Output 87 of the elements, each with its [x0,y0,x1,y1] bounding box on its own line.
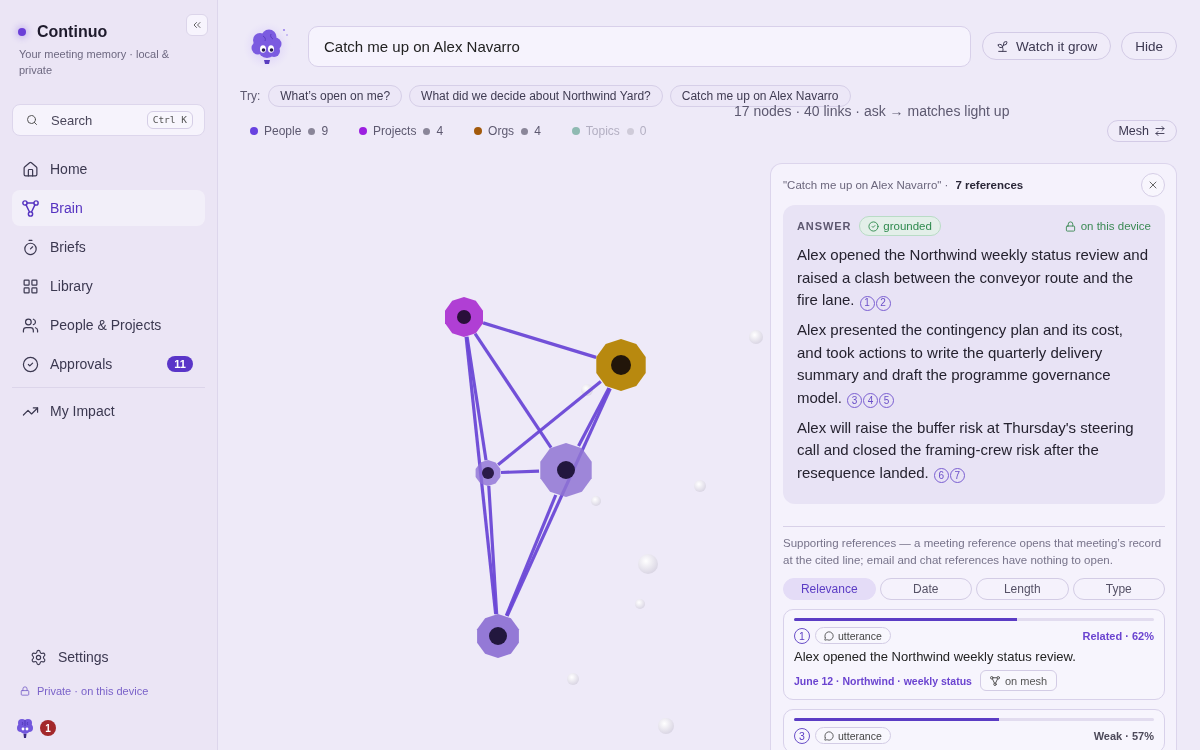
double-chevron-icon [191,19,203,31]
nav-item[interactable]: Approvals 11 [12,346,205,382]
type-tag: utterance [815,627,891,644]
legend-label: People [264,124,302,138]
chat-bubble-icon [824,630,834,641]
query-echo: "Catch me up on Alex Navarro" · [783,179,949,191]
graph-node [445,297,483,337]
answer-heading: ANSWER [797,220,852,232]
brain-mascot-icon[interactable] [17,718,33,738]
close-icon [1147,179,1159,191]
legend-count: 4 [436,124,444,138]
stopwatch-icon [22,238,39,256]
shortcut-key: Ctrl K [146,111,193,129]
suggestion-chip[interactable]: What did we decide about Northwind Yard? [409,85,663,107]
count-badge: 11 [167,356,193,372]
sprout-icon [995,39,1009,53]
graph-node [475,460,501,486]
nav-item[interactable]: Briefs [12,229,205,265]
meeting-link[interactable]: June 12 · Northwind · weekly status [794,674,972,687]
home-icon [22,160,39,178]
privacy-note: Private · on this device [37,684,149,698]
tagline: Your meeting memory · local & private [19,47,170,78]
sort-tab[interactable]: Relevance [783,578,876,600]
graph-node [596,339,646,391]
faded-node [638,554,658,574]
legend-count: 9 [321,124,329,138]
chat-bubble-icon [824,730,834,741]
faded-node [591,496,601,506]
legend-count: 4 [534,124,541,138]
reference-text: Alex opened the Northwind weekly status review. [794,648,1077,666]
people-icon [22,316,39,334]
nav-item[interactable]: Brain [12,190,205,226]
answer-paragraph: Alex opened the Northwind weekly status review and raised a clash between the conveyor route and the fire lane. 1 2 [797,244,1151,312]
nav-item[interactable]: Library [12,268,205,304]
grid-icon [22,277,39,295]
count-dot-icon [423,127,431,135]
notification-badge: 1 [40,720,56,736]
hide-button[interactable]: Hide [1121,32,1177,60]
nav-item[interactable]: My Impact [12,393,205,429]
graph-node [540,443,592,497]
search-icon [26,114,38,126]
reference-card[interactable]: 1 utterance Related · 62% Alex opened the Northwind weekly status review. June 12 · Northwind · weekly status on mesh [783,609,1165,700]
legend-count: 0 [639,124,647,138]
close-button[interactable] [1141,173,1165,197]
references-note: Supporting references — a meeting reference opens that meeting’s record at the cited line; email and chat references have nothing to open. [783,536,1163,568]
check-circle-icon [868,220,880,232]
check-circle-icon [22,355,39,373]
type-tag: utterance [815,727,891,744]
nodes-icon [989,675,1000,686]
nav-item[interactable]: People & Projects [12,307,205,343]
answer-paragraph: Alex will raise the buffer risk at Thursday's steering call and closed the framing-crew risk after the resequence landed. 6 7 [797,417,1135,484]
on-mesh-button[interactable]: on mesh [979,670,1058,691]
settings-icon [30,648,47,666]
ask-field[interactable]: Catch me up on Alex Navarro [308,25,971,67]
swap-arrows-icon [1154,125,1166,137]
nav-item[interactable]: Home [12,151,205,187]
legend-label: Projects [373,124,417,138]
relevance-label: Weak · 57% [1093,729,1154,742]
nodes-icon [22,199,39,217]
try-label: Try: [240,89,261,103]
settings-link[interactable]: Settings [22,643,119,671]
legend-label: Orgs [488,124,515,138]
faded-node [694,480,706,492]
mesh-toggle-button[interactable]: Mesh [1107,120,1177,142]
grounded-badge: grounded [859,216,941,236]
relevance-label: Related · 62% [1082,629,1154,642]
faded-node [567,673,579,685]
brand-dot-icon [18,28,26,36]
reference-count: 7 references [955,179,1024,191]
answer-paragraph: Alex presented the contingency plan and its cost, and took actions to write the quarterly delivery summary and draft the programme governance model. 3 4 5 [797,320,1125,409]
count-dot-icon [521,127,529,135]
lock-icon [1064,220,1076,232]
faded-node [635,599,645,609]
count-dot-icon [626,127,634,135]
reference-card[interactable]: 3 utterance Weak · 57% [783,709,1165,750]
collapse-button[interactable] [186,14,208,36]
on-device-note: on this device [1080,220,1151,232]
graph-node [477,614,519,658]
watch-grow-button[interactable]: Watch it grow [981,32,1112,60]
faded-node [749,330,763,344]
count-dot-icon [308,127,316,135]
lock-icon [20,686,30,696]
suggestion-chip[interactable]: What’s open on me? [268,85,403,107]
legend-label: Topics [585,124,620,138]
app-name: Continuo [37,22,108,42]
faded-node [581,384,593,396]
faded-node [658,718,674,734]
